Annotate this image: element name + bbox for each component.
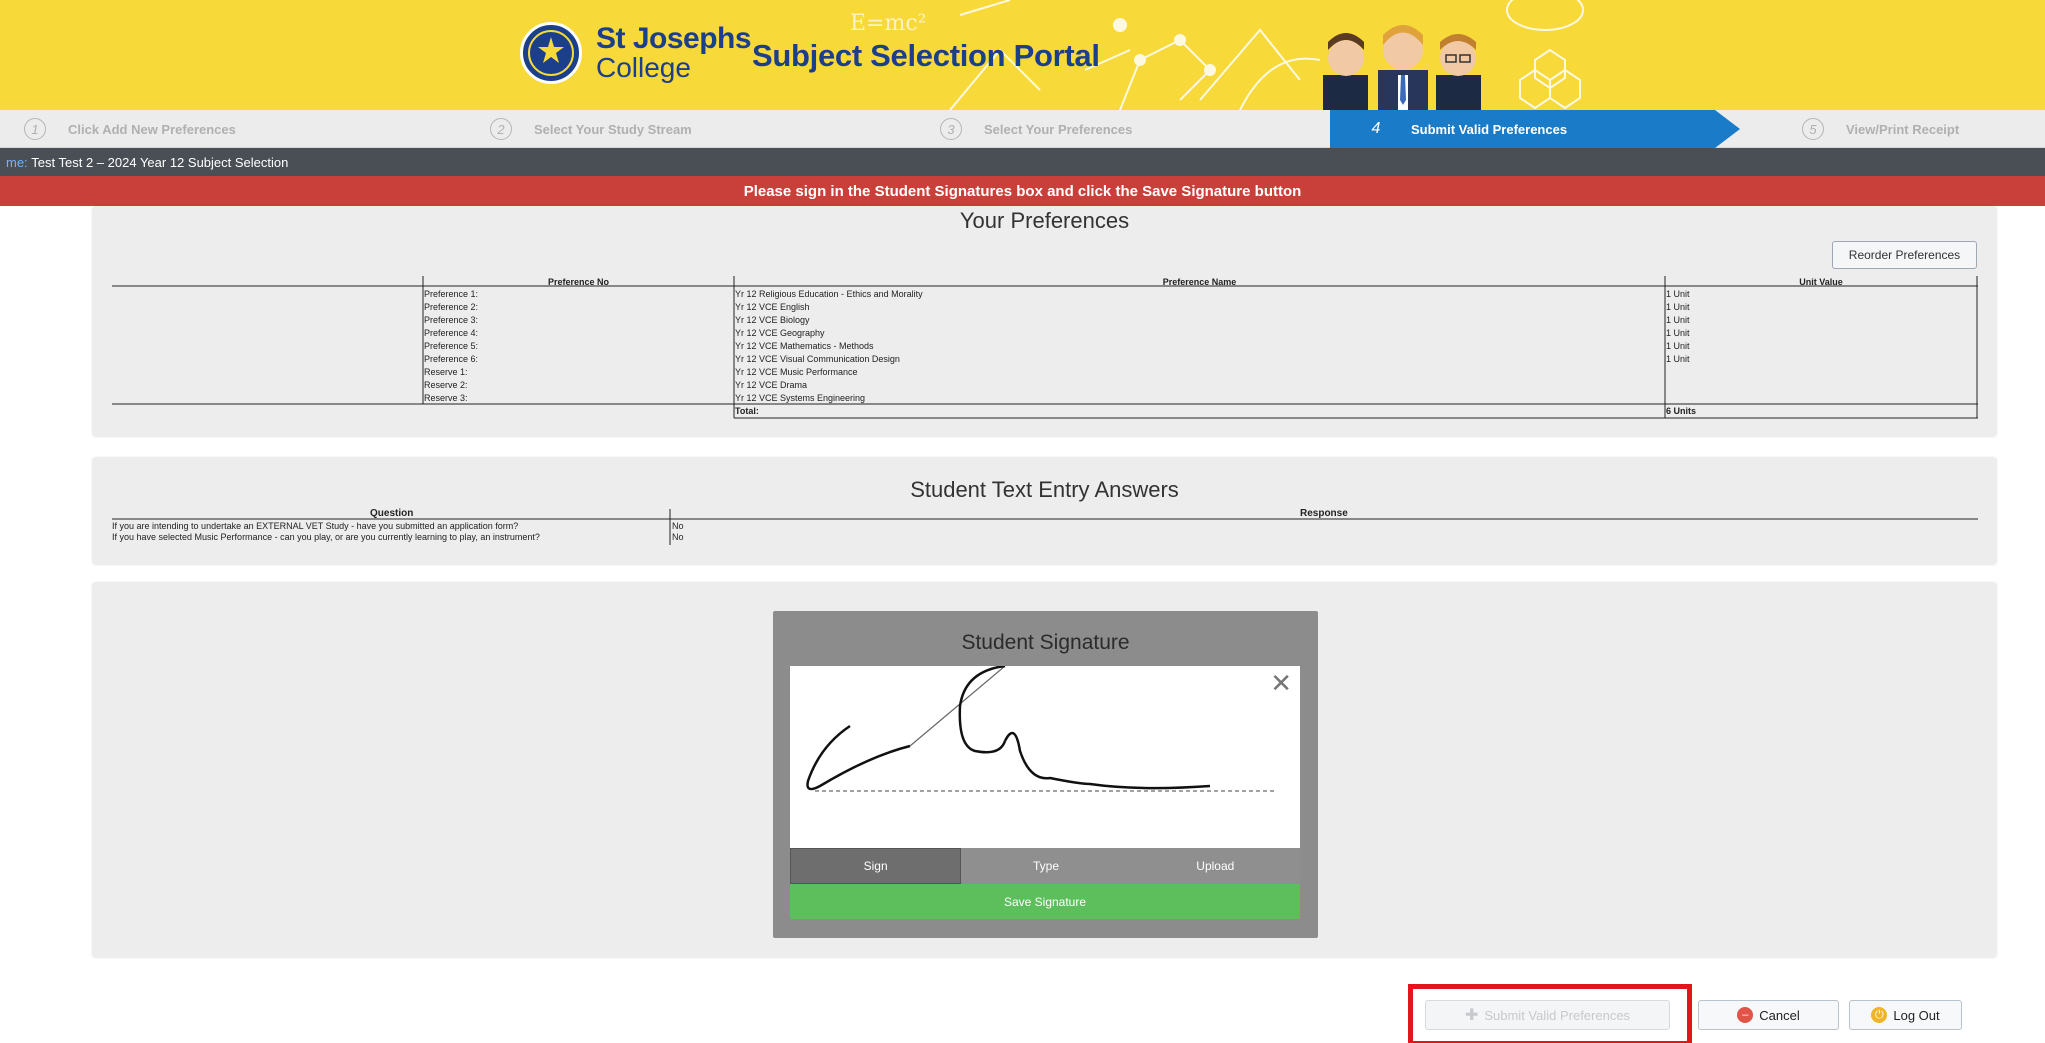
- student-signature-widget: Student Signature ✕ Sign Type Upload Sav…: [773, 611, 1318, 938]
- tab-type[interactable]: Type: [961, 848, 1131, 884]
- answer-row-question: If you have selected Music Performance -…: [112, 532, 540, 542]
- answer-row-response: No: [672, 521, 684, 531]
- tab-sign[interactable]: Sign: [790, 848, 962, 884]
- answer-row-question: If you are intending to undertake an EXT…: [112, 521, 519, 531]
- submit-highlight-box: [1408, 984, 1692, 1043]
- log-out-button[interactable]: ⏻ Log Out: [1849, 1000, 1962, 1030]
- col-header-response: Response: [1300, 508, 1348, 519]
- signature-mode-tabs: Sign Type Upload: [790, 848, 1300, 884]
- answer-row-response: No: [672, 532, 684, 542]
- cancel-label: Cancel: [1759, 1007, 1800, 1023]
- signature-stroke: [806, 664, 1275, 792]
- signature-pad[interactable]: ✕: [790, 664, 1300, 848]
- signature-title: Student Signature: [961, 631, 1130, 654]
- clear-signature-icon[interactable]: ✕: [1270, 668, 1292, 699]
- tab-upload[interactable]: Upload: [1130, 848, 1300, 884]
- power-icon: ⏻: [1871, 1007, 1888, 1023]
- logout-label: Log Out: [1893, 1007, 1940, 1023]
- cancel-icon: –: [1737, 1007, 1754, 1023]
- cancel-button[interactable]: – Cancel: [1698, 1000, 1839, 1030]
- save-signature-button[interactable]: Save Signature: [790, 884, 1300, 919]
- col-header-question: Question: [370, 508, 414, 519]
